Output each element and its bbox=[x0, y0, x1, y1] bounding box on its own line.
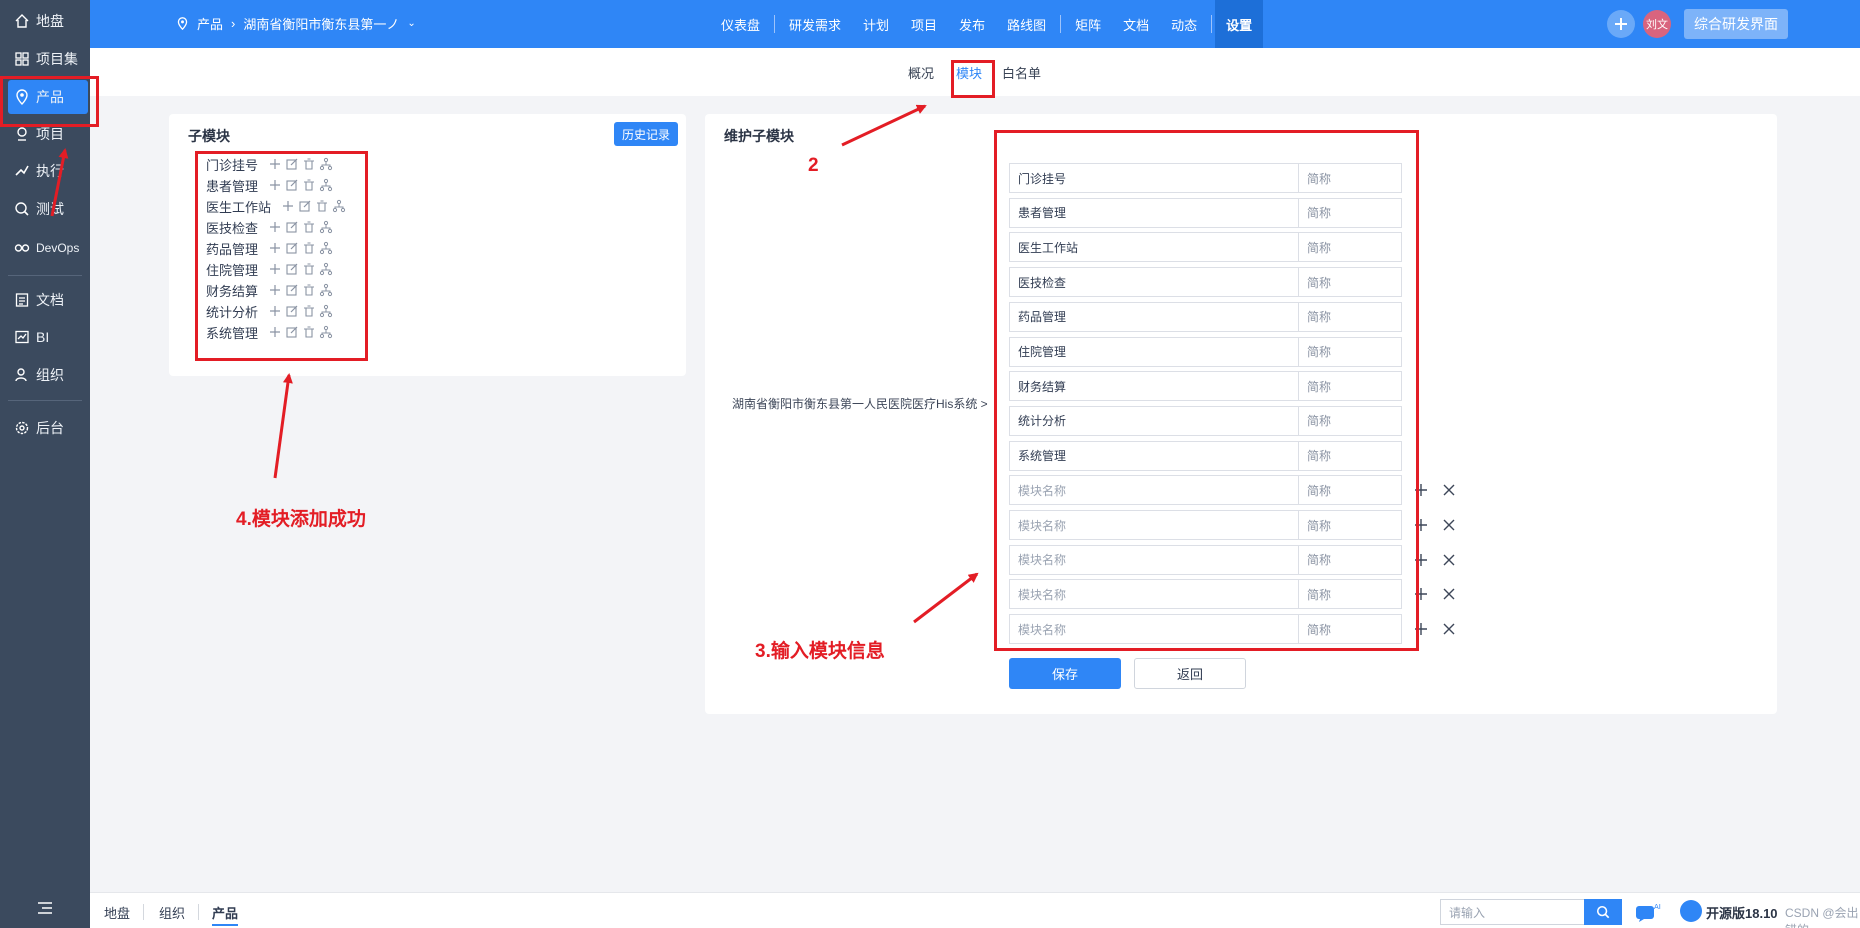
row-actions bbox=[1414, 553, 1456, 567]
test-icon bbox=[15, 202, 29, 216]
annotation-box-module-tab bbox=[951, 60, 995, 98]
close-icon[interactable] bbox=[1442, 518, 1456, 532]
plus-icon bbox=[1615, 18, 1627, 30]
search-button[interactable] bbox=[1584, 899, 1622, 925]
annotation-arrow bbox=[273, 373, 293, 479]
close-icon[interactable] bbox=[1442, 553, 1456, 567]
sidebar-item-doc[interactable]: 文档 bbox=[8, 283, 88, 317]
ai-chat-icon[interactable]: AI bbox=[1635, 901, 1661, 923]
edition-label[interactable]: 开源版18.10 bbox=[1706, 903, 1778, 922]
org-icon bbox=[15, 368, 27, 382]
panel-title: 维护子模块 bbox=[724, 128, 794, 144]
product-nav: 仪表盘 研发需求 计划 项目 发布 路线图 矩阵 文档 动态 设置 bbox=[710, 0, 1264, 48]
annotation-box-product bbox=[0, 76, 99, 127]
product-switcher[interactable]: 湖南省衡阳市衡东县第一ノ bbox=[243, 14, 399, 33]
annotation-label-2: 2 bbox=[808, 155, 819, 176]
annotation-label-4: 4.模块添加成功 bbox=[236, 509, 366, 530]
sidebar-item-label: 测试 bbox=[36, 201, 64, 217]
row-actions bbox=[1414, 483, 1456, 497]
product-icon bbox=[177, 17, 188, 30]
sidebar-divider bbox=[8, 400, 82, 401]
sidebar-item-admin[interactable]: 后台 bbox=[8, 411, 88, 445]
nav-dashboard[interactable]: 仪表盘 bbox=[710, 0, 771, 48]
infinity-icon bbox=[14, 244, 30, 252]
nav-separator bbox=[774, 15, 776, 33]
chart-icon bbox=[15, 330, 29, 344]
watermark: CSDN @会出错的 bbox=[1785, 906, 1859, 928]
top-bar: 产品 › 湖南省衡阳市衡东县第一ノ ⌄ 仪表盘 研发需求 计划 项目 发布 路线… bbox=[90, 0, 1860, 48]
add-button[interactable] bbox=[1607, 10, 1635, 38]
sidebar-item-label: 执行 bbox=[36, 163, 64, 179]
nav-separator bbox=[1060, 15, 1062, 33]
sidebar-item-label: BI bbox=[36, 329, 50, 345]
nav-settings[interactable]: 设置 bbox=[1215, 0, 1264, 48]
gear-icon bbox=[15, 421, 29, 435]
nav-release[interactable]: 发布 bbox=[948, 0, 996, 48]
project-icon bbox=[17, 127, 27, 141]
history-button[interactable]: 历史记录 bbox=[613, 122, 678, 146]
tab-whitelist[interactable]: 白名单 bbox=[1002, 63, 1041, 82]
sidebar-item-label: 地盘 bbox=[36, 13, 64, 29]
row-actions bbox=[1414, 518, 1456, 532]
sidebar-item-test[interactable]: 测试 bbox=[8, 192, 88, 226]
sidebar-item-devops[interactable]: DevOps bbox=[8, 231, 88, 265]
bottom-separator bbox=[143, 904, 144, 920]
nav-separator bbox=[1211, 15, 1213, 33]
svg-text:AI: AI bbox=[1654, 903, 1661, 911]
avatar[interactable]: 刘文 bbox=[1643, 10, 1671, 38]
sidebar-item-program[interactable]: 项目集 bbox=[8, 42, 88, 76]
close-icon[interactable] bbox=[1442, 483, 1456, 497]
back-button[interactable]: 返回 bbox=[1134, 658, 1246, 689]
breadcrumb-root[interactable]: 产品 bbox=[197, 14, 223, 33]
search-input[interactable]: 请输入 bbox=[1440, 899, 1590, 925]
search-icon bbox=[1596, 905, 1610, 919]
run-icon bbox=[15, 165, 29, 176]
sidebar-item-org[interactable]: 组织 bbox=[8, 358, 88, 392]
bottom-separator bbox=[198, 904, 199, 920]
bottom-tab-org[interactable]: 组织 bbox=[159, 903, 185, 922]
sidebar-item-label: 文档 bbox=[36, 292, 64, 308]
doc-icon bbox=[15, 293, 29, 307]
bottom-tab-dashboard[interactable]: 地盘 bbox=[104, 903, 130, 922]
breadcrumb: 产品 › 湖南省衡阳市衡东县第一ノ ⌄ bbox=[176, 14, 416, 33]
annotation-box-form bbox=[994, 130, 1419, 651]
row-actions bbox=[1414, 587, 1456, 601]
nav-roadmap[interactable]: 路线图 bbox=[996, 0, 1057, 48]
sidebar-item-label: DevOps bbox=[36, 241, 80, 255]
annotation-label-3: 3.输入模块信息 bbox=[755, 641, 885, 662]
nav-plan[interactable]: 计划 bbox=[852, 0, 900, 48]
sidebar-item-label: 后台 bbox=[36, 420, 64, 436]
chevron-down-icon[interactable]: ⌄ bbox=[407, 18, 415, 29]
sidebar-divider bbox=[8, 275, 82, 276]
nav-doc[interactable]: 文档 bbox=[1112, 0, 1160, 48]
annotation-box-module-tree bbox=[195, 151, 368, 361]
nav-activity[interactable]: 动态 bbox=[1160, 0, 1208, 48]
workspace-switch-button[interactable]: 综合研发界面 bbox=[1684, 9, 1788, 39]
collapse-menu-icon[interactable] bbox=[36, 900, 54, 916]
bottom-tab-product[interactable]: 产品 bbox=[212, 903, 239, 926]
sidebar-item-label: 项目 bbox=[36, 126, 64, 142]
nav-project[interactable]: 项目 bbox=[900, 0, 948, 48]
tab-overview[interactable]: 概况 bbox=[908, 63, 934, 82]
nav-matrix[interactable]: 矩阵 bbox=[1064, 0, 1112, 48]
product-path: 湖南省衡阳市衡东县第一人民医院医疗His系统 > bbox=[732, 397, 988, 411]
save-button[interactable]: 保存 bbox=[1009, 658, 1121, 689]
sidebar-item-bi[interactable]: BI bbox=[8, 320, 88, 354]
close-icon[interactable] bbox=[1442, 622, 1456, 636]
sidebar: 地盘 项目集 产品 项目 执行 测试 DevOps 文档 BI 组织 后台 bbox=[0, 0, 90, 928]
bottom-bar: 地盘 组织 产品 请输入 AI 开源版18.10 CSDN @会出错的 bbox=[90, 892, 1860, 928]
sidebar-item-execution[interactable]: 执行 bbox=[8, 154, 88, 188]
row-actions bbox=[1414, 622, 1456, 636]
zentao-logo-icon bbox=[1680, 900, 1702, 922]
sidebar-item-dashboard[interactable]: 地盘 bbox=[8, 4, 88, 38]
panel-title: 子模块 bbox=[188, 128, 230, 144]
grid-icon bbox=[15, 52, 29, 66]
sidebar-item-label: 组织 bbox=[36, 367, 64, 383]
sidebar-item-label: 项目集 bbox=[36, 51, 78, 67]
nav-requirements[interactable]: 研发需求 bbox=[778, 0, 852, 48]
chevron-right-icon: › bbox=[231, 16, 236, 31]
close-icon[interactable] bbox=[1442, 587, 1456, 601]
home-icon bbox=[15, 14, 29, 28]
